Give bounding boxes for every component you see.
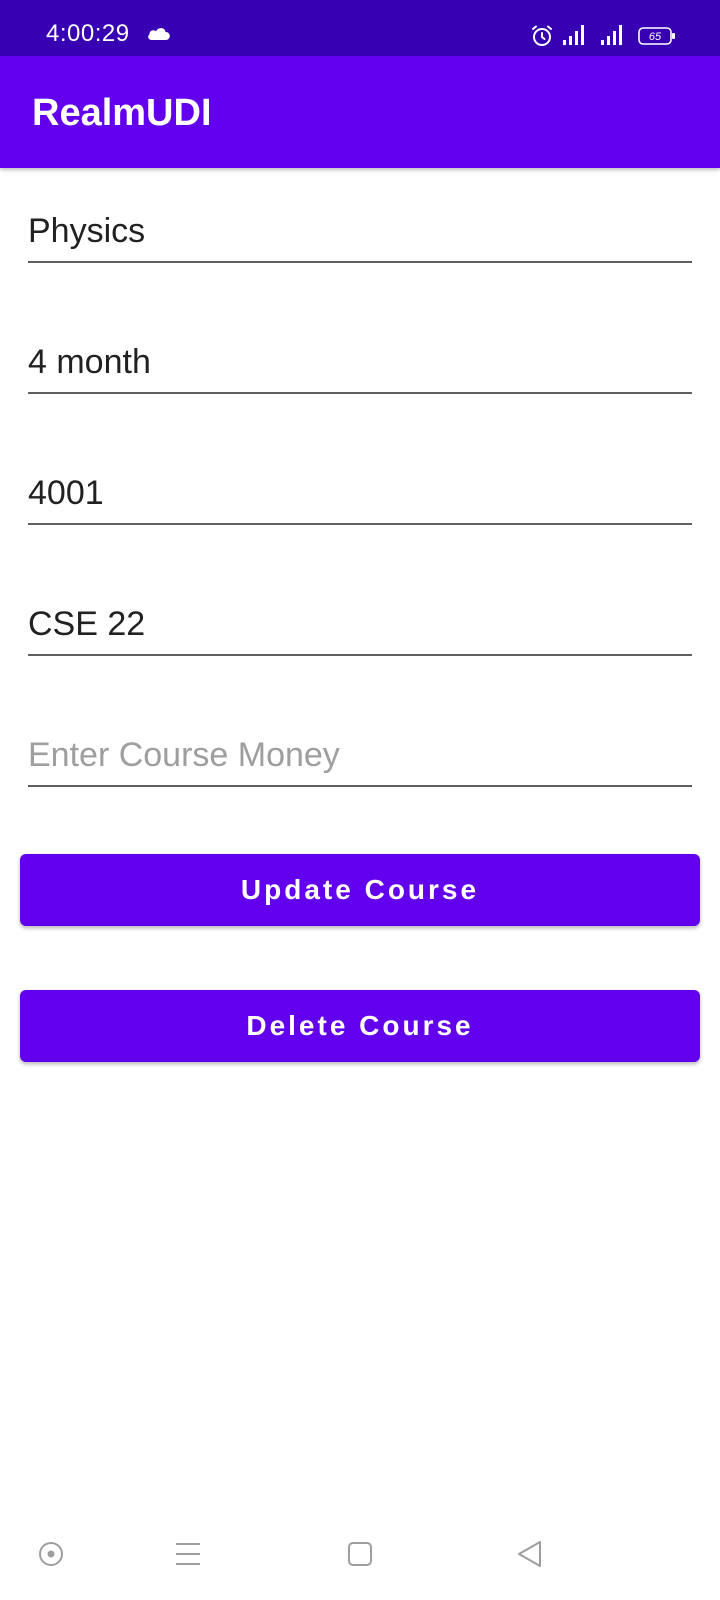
cloud-icon bbox=[148, 28, 170, 40]
alarm-icon bbox=[532, 25, 552, 46]
assistant-icon[interactable] bbox=[31, 1534, 71, 1574]
update-course-button[interactable]: Update Course bbox=[20, 854, 700, 926]
home-icon[interactable] bbox=[340, 1534, 380, 1574]
navigation-bar bbox=[0, 1504, 720, 1600]
course-id-field[interactable] bbox=[28, 463, 692, 525]
course-duration-field[interactable] bbox=[28, 332, 692, 394]
menu-icon[interactable] bbox=[168, 1534, 208, 1574]
status-time: 4:00:29 bbox=[46, 20, 130, 47]
battery-level: 65 bbox=[649, 31, 662, 43]
course-track-field[interactable] bbox=[28, 594, 692, 656]
app-title: RealmUDI bbox=[32, 92, 212, 134]
back-icon[interactable] bbox=[510, 1534, 550, 1574]
status-bar: 4:00:29 65 bbox=[0, 0, 720, 56]
signal-icon bbox=[601, 25, 622, 45]
battery-icon: 65 bbox=[638, 27, 675, 45]
course-money-field[interactable] bbox=[28, 725, 692, 787]
delete-course-button[interactable]: Delete Course bbox=[20, 990, 700, 1062]
app-bar: RealmUDI bbox=[0, 56, 720, 168]
signal-icon bbox=[563, 25, 584, 45]
course-name-field[interactable] bbox=[28, 201, 692, 263]
